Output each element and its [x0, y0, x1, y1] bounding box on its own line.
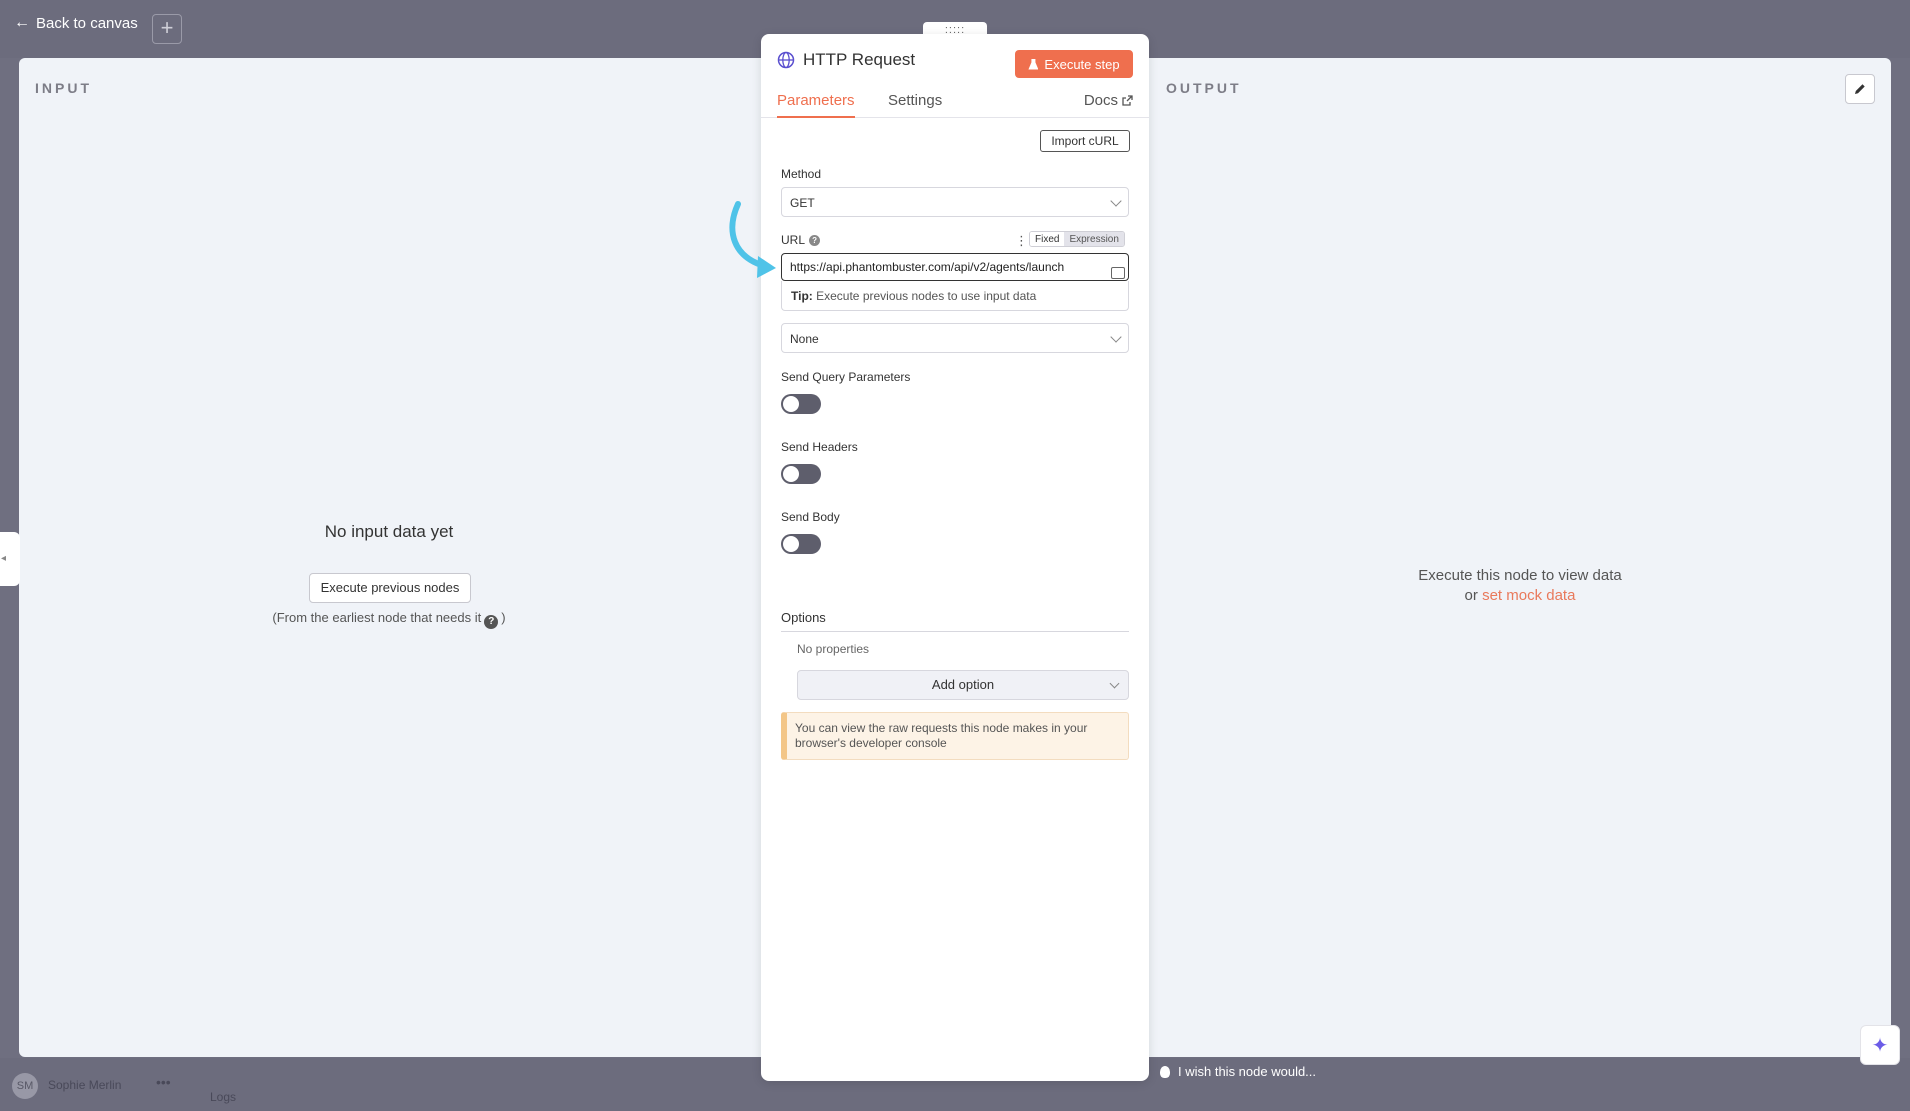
input-hint-text: (From the earliest node that needs it	[272, 610, 482, 625]
output-empty-message: Execute this node to view data or set mo…	[1150, 566, 1890, 606]
feedback-link[interactable]: I wish this node would...	[1160, 1064, 1316, 1079]
dialog-header: HTTP Request Execute step Parameters Set…	[761, 34, 1149, 118]
output-message-text: Execute this node to view data	[1418, 567, 1622, 584]
method-label: Method	[781, 167, 822, 181]
user-name: Sophie Merlin	[48, 1078, 122, 1092]
authentication-value: None	[790, 332, 819, 346]
send-query-label: Send Query Parameters	[781, 370, 911, 384]
developer-console-notice: You can view the raw requests this node …	[781, 712, 1129, 760]
ai-assistant-button[interactable]: ✦	[1860, 1025, 1900, 1065]
output-or-text: or	[1464, 587, 1478, 604]
mode-fixed[interactable]: Fixed	[1030, 232, 1065, 246]
tab-parameters[interactable]: Parameters	[777, 92, 855, 118]
expand-editor-icon[interactable]	[1111, 267, 1125, 279]
docs-link[interactable]: Docs	[1084, 92, 1133, 109]
arrow-left-icon: ←	[14, 14, 30, 31]
help-icon[interactable]: ?	[809, 234, 821, 246]
logs-label[interactable]: Logs	[210, 1090, 236, 1104]
lightbulb-icon	[1160, 1065, 1170, 1078]
tab-settings[interactable]: Settings	[888, 92, 942, 118]
send-headers-toggle[interactable]	[781, 464, 821, 484]
user-menu-icon[interactable]: •••	[156, 1074, 171, 1090]
sparkle-icon: ✦	[1871, 1034, 1889, 1057]
input-hint: (From the earliest node that needs it?)	[19, 610, 759, 629]
set-mock-data-link[interactable]: set mock data	[1482, 587, 1575, 604]
node-title: HTTP Request	[777, 50, 915, 70]
options-title: Options	[781, 610, 1129, 632]
url-label: URL ?	[781, 233, 821, 247]
input-hint-close: )	[501, 610, 506, 625]
edit-output-button[interactable]	[1845, 74, 1875, 104]
output-panel-title: OUTPUT	[1166, 80, 1242, 96]
node-title-text[interactable]: HTTP Request	[803, 50, 915, 70]
docs-label: Docs	[1083, 92, 1118, 109]
feedback-label: I wish this node would...	[1178, 1064, 1317, 1079]
chevron-down-icon	[1109, 678, 1120, 689]
no-properties-text: No properties	[797, 642, 870, 656]
execute-step-button[interactable]: Execute step	[1015, 50, 1133, 78]
input-tip: Tip: Execute previous nodes to use input…	[781, 281, 1129, 311]
pencil-icon	[1855, 84, 1865, 94]
panel-collapse-handle[interactable]: ◂	[0, 532, 20, 586]
method-select[interactable]: GET	[781, 187, 1129, 217]
hint-arrow-icon	[729, 201, 776, 278]
external-link-icon	[1122, 95, 1133, 106]
add-node-button[interactable]: +	[152, 14, 182, 44]
field-options-icon[interactable]: ⋮	[1015, 233, 1028, 249]
avatar[interactable]: SM	[12, 1073, 38, 1099]
input-empty-title: No input data yet	[324, 522, 454, 541]
url-input[interactable]	[781, 253, 1129, 281]
execute-step-label: Execute step	[1044, 56, 1120, 72]
send-body-label: Send Body	[781, 510, 840, 524]
node-settings-dialog: HTTP Request Execute step Parameters Set…	[761, 34, 1149, 1081]
globe-icon	[777, 51, 795, 69]
flask-icon	[1028, 58, 1039, 70]
send-headers-label: Send Headers	[781, 440, 858, 454]
help-icon[interactable]: ?	[484, 615, 499, 629]
method-value: GET	[790, 196, 815, 210]
import-curl-button[interactable]: Import cURL	[1040, 130, 1130, 152]
tip-text: Execute previous nodes to use input data	[816, 289, 1037, 303]
url-label-text: URL	[781, 233, 806, 247]
chevron-down-icon	[1110, 195, 1122, 207]
send-query-toggle[interactable]	[781, 394, 821, 414]
authentication-select[interactable]: None	[781, 323, 1129, 353]
tip-prefix: Tip:	[791, 289, 813, 303]
mode-expression[interactable]: Expression	[1064, 232, 1124, 246]
execute-previous-nodes-button[interactable]: Execute previous nodes	[309, 573, 471, 603]
chevron-down-icon	[1110, 331, 1122, 343]
add-option-button[interactable]: Add option	[797, 670, 1129, 700]
back-to-canvas-label: Back to canvas	[36, 14, 138, 32]
url-mode-toggle: Fixed Expression	[1029, 231, 1125, 247]
send-body-toggle[interactable]	[781, 534, 821, 554]
input-panel-title: INPUT	[35, 80, 92, 96]
back-to-canvas-link[interactable]: ← Back to canvas	[14, 14, 138, 32]
add-option-label: Add option	[931, 677, 995, 692]
